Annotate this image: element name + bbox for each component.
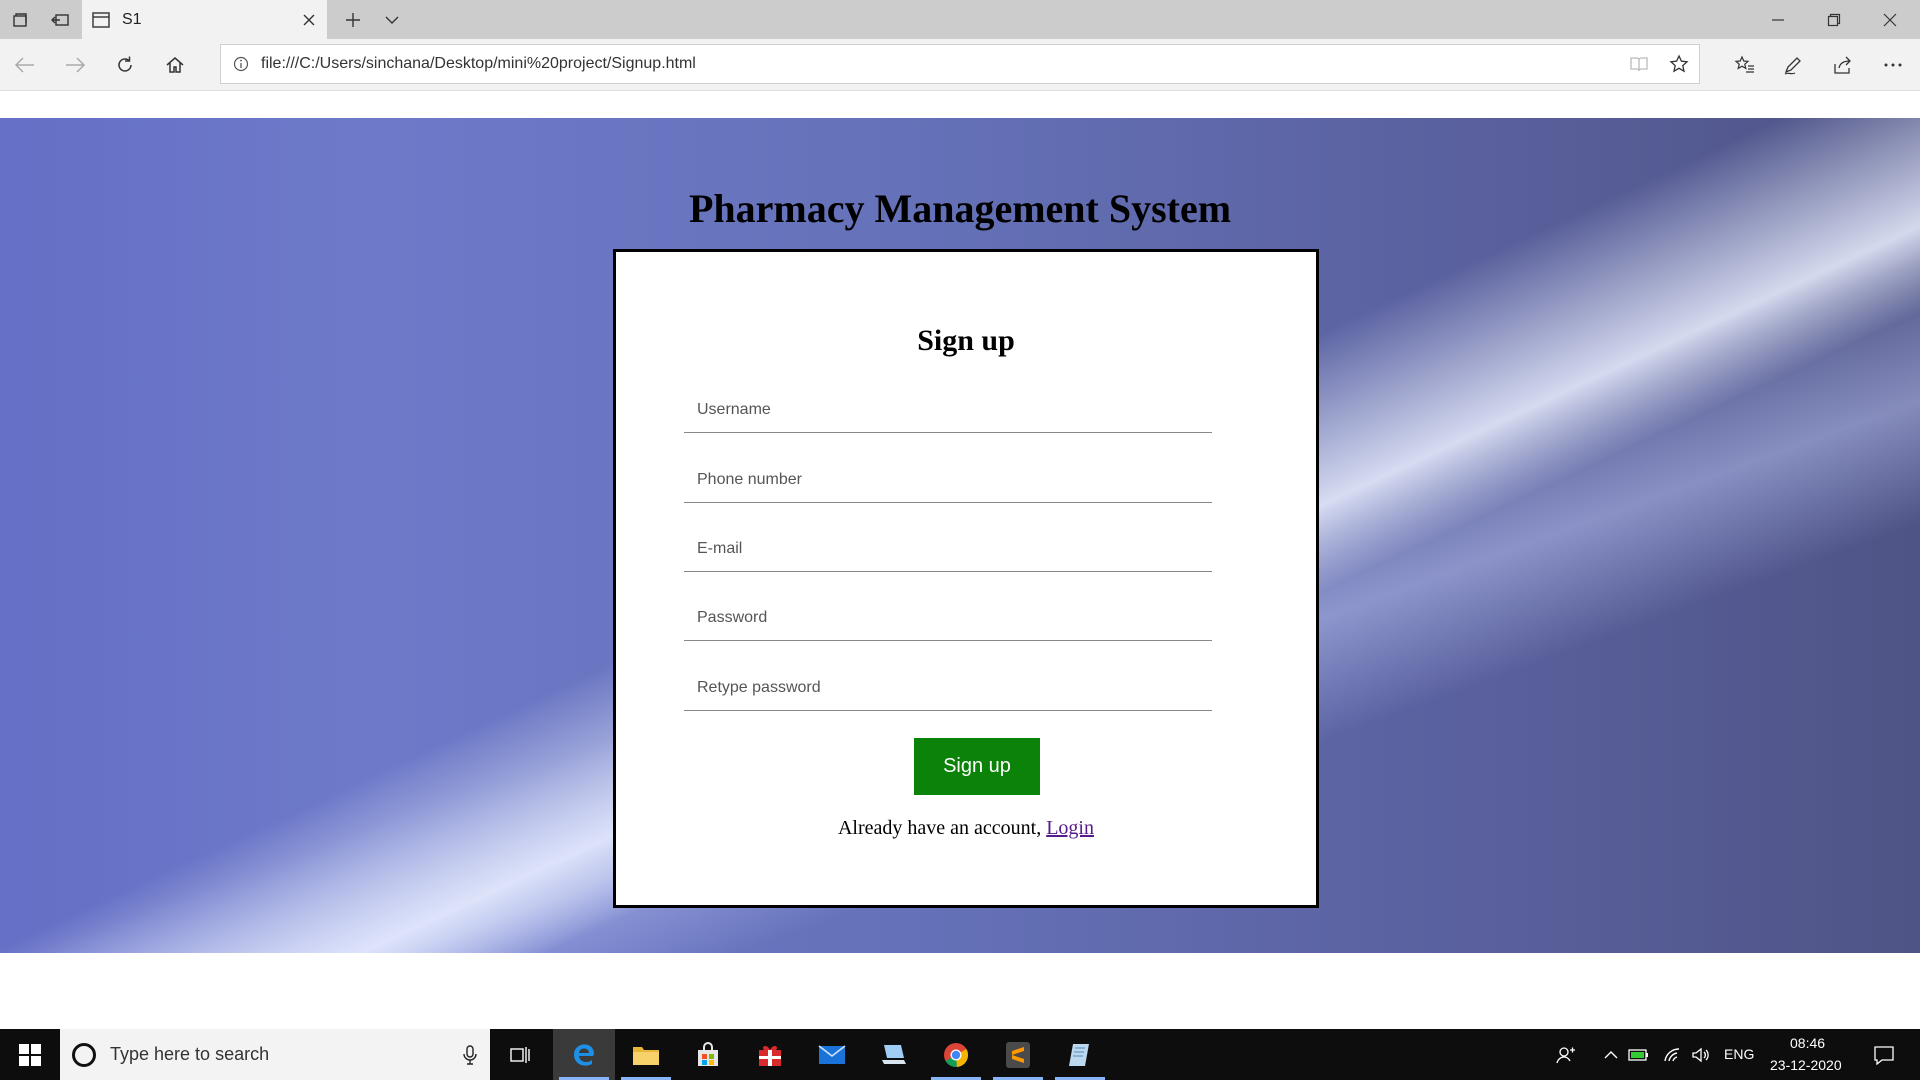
- windows-logo-icon: [19, 1043, 41, 1066]
- new-tab-icon[interactable]: [333, 0, 373, 39]
- page-viewport: Pharmacy Management System Sign up Sign …: [0, 91, 1920, 1029]
- page-title: Pharmacy Management System: [688, 186, 1232, 231]
- page-icon: [92, 11, 110, 28]
- email-input[interactable]: [684, 526, 1212, 572]
- gift-app-icon[interactable]: [739, 1029, 801, 1080]
- site-info-icon[interactable]: [221, 56, 261, 72]
- retype-password-input[interactable]: [684, 665, 1212, 711]
- back-icon[interactable]: [5, 45, 45, 85]
- signup-button[interactable]: Sign up: [914, 738, 1040, 795]
- tab-strip: S1: [0, 0, 1920, 39]
- clock-time[interactable]: 08:46: [1790, 1035, 1825, 1051]
- forward-icon[interactable]: [55, 45, 95, 85]
- close-window-icon[interactable]: [1862, 0, 1918, 39]
- home-icon[interactable]: [155, 45, 195, 85]
- cortana-icon: [72, 1042, 96, 1067]
- edge-browser-icon[interactable]: [553, 1029, 615, 1080]
- wifi-icon[interactable]: [1659, 1029, 1687, 1080]
- sublime-text-icon[interactable]: [987, 1029, 1049, 1080]
- chrome-icon[interactable]: [925, 1029, 987, 1080]
- more-options-icon[interactable]: [1873, 45, 1913, 85]
- taskbar-search-placeholder[interactable]: Type here to search: [110, 1044, 450, 1065]
- tab-title: S1: [122, 10, 142, 28]
- background-hero: Pharmacy Management System Sign up Sign …: [0, 118, 1920, 953]
- pen-notes-icon[interactable]: [1774, 45, 1814, 85]
- set-aside-tabs-icon[interactable]: [40, 0, 80, 39]
- navigation-bar: file:///C:/Users/sinchana/Desktop/mini%2…: [0, 39, 1920, 91]
- password-input[interactable]: [684, 595, 1212, 641]
- tab-preview-chevron-icon[interactable]: [372, 0, 412, 39]
- restore-icon[interactable]: [1806, 0, 1862, 39]
- share-icon[interactable]: [1823, 45, 1863, 85]
- task-view-icon[interactable]: [490, 1029, 552, 1080]
- favorite-star-icon[interactable]: [1659, 45, 1699, 83]
- login-prompt-text: Already have an account,: [837, 817, 1042, 839]
- taskbar: Type here to search ENG 08:46 23-12-2020: [0, 1029, 1920, 1080]
- action-center-icon[interactable]: [1866, 1029, 1902, 1080]
- favorites-hub-icon[interactable]: [1725, 45, 1765, 85]
- volume-icon[interactable]: [1687, 1029, 1715, 1080]
- notes-app-icon[interactable]: [1049, 1029, 1111, 1080]
- battery-icon[interactable]: [1625, 1029, 1653, 1080]
- login-prompt: Already have an account, Login: [616, 817, 1316, 840]
- minimize-icon[interactable]: [1750, 0, 1806, 39]
- mail-icon[interactable]: [801, 1029, 863, 1080]
- username-input[interactable]: [684, 387, 1212, 433]
- language-indicator[interactable]: ENG: [1724, 1046, 1754, 1062]
- reading-view-icon[interactable]: [1619, 45, 1659, 83]
- file-explorer-icon[interactable]: [615, 1029, 677, 1080]
- taskbar-search[interactable]: Type here to search: [60, 1029, 490, 1080]
- login-link[interactable]: Login: [1046, 817, 1094, 839]
- store-icon[interactable]: [677, 1029, 739, 1080]
- this-pc-icon[interactable]: [863, 1029, 925, 1080]
- close-tab-icon[interactable]: [291, 0, 327, 39]
- address-url[interactable]: file:///C:/Users/sinchana/Desktop/mini%2…: [261, 55, 1619, 73]
- phone-number-input[interactable]: [684, 457, 1212, 503]
- clock-date[interactable]: 23-12-2020: [1770, 1057, 1842, 1073]
- refresh-icon[interactable]: [105, 45, 145, 85]
- microphone-icon[interactable]: [450, 1044, 490, 1065]
- people-icon[interactable]: [1552, 1029, 1580, 1080]
- show-hidden-icons-icon[interactable]: [1597, 1029, 1625, 1080]
- active-tab[interactable]: S1: [82, 0, 327, 39]
- start-button[interactable]: [0, 1029, 60, 1080]
- tab-groups-icon[interactable]: [0, 0, 40, 39]
- signup-card: Sign up Sign up Already have an account,…: [613, 249, 1319, 908]
- address-bar[interactable]: file:///C:/Users/sinchana/Desktop/mini%2…: [220, 44, 1700, 84]
- signup-heading: Sign up: [917, 324, 1015, 357]
